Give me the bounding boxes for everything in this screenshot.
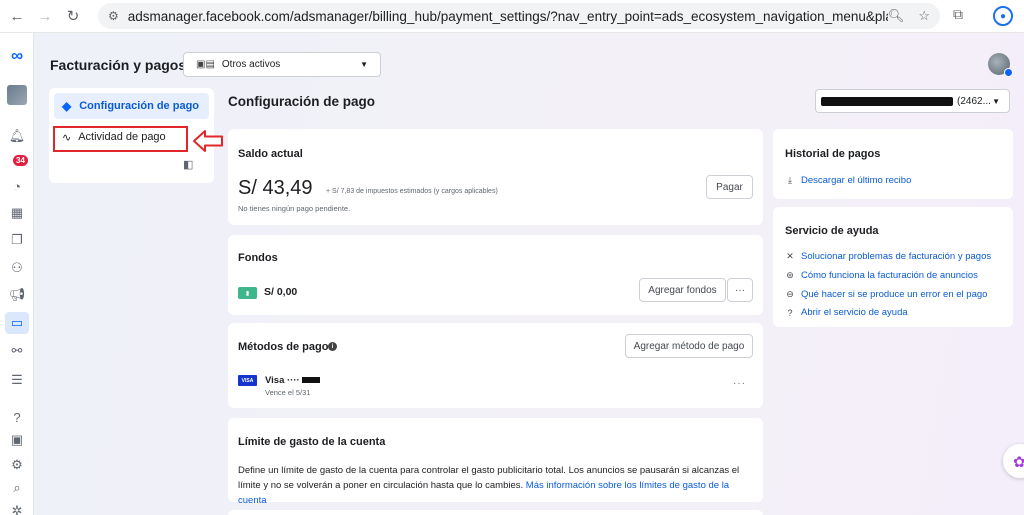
visa-card-icon: VISA (238, 375, 257, 386)
menu-item-label: Configuración de pago (79, 100, 200, 112)
menu-icon[interactable]: ☰ (8, 371, 26, 389)
bell-icon[interactable]: 🔔︎ (8, 127, 26, 145)
chevron-down-icon: ▼ (360, 60, 368, 69)
chevron-down-icon: ▼ (992, 97, 1000, 106)
sparkle-icon: ✿ (1013, 454, 1024, 471)
network-icon[interactable]: ⚯ (8, 342, 26, 360)
ad-account-dropdown[interactable]: (2462... ▼ (815, 89, 1010, 113)
current-balance-card: Saldo actual S/ 43,49 + S/ 7,83 de impue… (228, 129, 763, 225)
assets-icon: ▣▤ (196, 59, 215, 70)
error-circle-icon: ⊖ (786, 289, 794, 299)
reload-icon[interactable]: ↻ (62, 5, 84, 27)
assets-dropdown-label: Otros activos (221, 59, 281, 70)
redacted-card-digits (301, 377, 320, 384)
megaphone-icon[interactable]: 📢︎ (8, 286, 26, 304)
page-title: Facturación y pagos (50, 57, 187, 73)
funds-card: Fondos ▮ S/ 0,00 Agregar fondos ··· (228, 235, 763, 315)
next-card-partial (228, 510, 763, 515)
audience-icon[interactable]: ⚇ (8, 259, 26, 277)
balance-amount: S/ 43,49 (238, 177, 313, 199)
zoom-icon[interactable]: 🔍︎ (888, 8, 905, 24)
annotation-arrow-icon (193, 130, 223, 152)
payment-card-name: Visa ···· (265, 375, 320, 386)
card-title: Saldo actual (238, 148, 303, 160)
help-icon[interactable]: ? (8, 408, 26, 426)
card-title: Servicio de ayuda (785, 225, 879, 237)
bug-icon[interactable]: ✲ (8, 502, 26, 515)
tax-note: + S/ 7,83 de impuestos estimados (y carg… (326, 188, 498, 195)
meta-logo-icon[interactable]: ∞ (8, 46, 26, 65)
pencil-icon: ◆ (62, 99, 72, 113)
account-avatar[interactable] (7, 85, 27, 105)
payment-methods-card: Métodos de pago i Agregar método de pago… (228, 323, 763, 408)
download-icon: ⤓ (788, 175, 792, 185)
pending-text: No tienes ningún pago pendiente. (238, 204, 351, 213)
browser-toolbar: ← → ↻ ⚙ adsmanager.facebook.com/adsmanag… (0, 0, 1024, 33)
spending-limit-card: Límite de gasto de la cuenta Define un l… (228, 418, 763, 506)
bookmark-star-icon[interactable]: ☆ (918, 8, 930, 24)
user-avatar[interactable] (988, 53, 1013, 77)
back-icon[interactable]: ← (6, 5, 28, 27)
stack-icon: ⊛ (786, 270, 794, 280)
pay-button[interactable]: Pagar (706, 175, 753, 199)
help-link-troubleshoot[interactable]: ✕ Solucionar problemas de facturación y … (785, 251, 991, 262)
wallet-icon: ▮ (238, 287, 257, 299)
funds-balance: S/ 0,00 (264, 286, 298, 298)
help-center-card: Servicio de ayuda ✕ Solucionar problemas… (773, 207, 1013, 327)
card-title: Límite de gasto de la cuenta (238, 436, 386, 448)
info-icon[interactable]: i (328, 342, 337, 351)
help-link-payment-error[interactable]: ⊖ Qué hacer si se produce un error en el… (785, 289, 987, 300)
question-circle-icon: ? (787, 307, 793, 318)
add-payment-method-button[interactable]: Agregar método de pago (625, 334, 753, 358)
extensions-icon[interactable]: ⧉ (953, 6, 963, 23)
payment-history-card: Historial de pagos ⤓ Descargar el último… (773, 129, 1013, 199)
menu-item-configuracion[interactable]: ◆ Configuración de pago (54, 93, 209, 119)
collapse-panel-icon[interactable]: ◧ (183, 158, 193, 171)
funds-more-button[interactable]: ··· (727, 278, 753, 302)
wrench-icon: ✕ (786, 251, 794, 261)
redacted-account-name (821, 96, 953, 106)
left-nav-rail: ∞ 🔔︎ 34 ◔ ▦ ❐ ⚇ 📢︎ ▭ ⚯ ☰ ? ▣ ⚙ ⌕ ✲ (0, 33, 34, 515)
annotation-highlight-box (53, 126, 188, 152)
table-icon[interactable]: ▦ (8, 204, 26, 222)
dashboard-icon[interactable]: ◔ (8, 177, 26, 195)
forward-icon[interactable]: → (34, 5, 56, 27)
address-bar[interactable]: ⚙ adsmanager.facebook.com/adsmanager/bil… (98, 3, 940, 29)
add-funds-button[interactable]: Agregar fondos (639, 278, 726, 302)
card-title: Historial de pagos (785, 148, 881, 160)
site-info-icon[interactable]: ⚙ (108, 9, 119, 23)
help-link-open-help-center[interactable]: ? Abrir el servicio de ayuda (785, 307, 907, 318)
feedback-icon[interactable]: ▣ (8, 431, 26, 449)
profile-icon[interactable]: ● (993, 6, 1013, 26)
url-text[interactable]: adsmanager.facebook.com/adsmanager/billi… (128, 9, 888, 24)
download-receipt-link[interactable]: ⤓ Descargar el último recibo (785, 175, 911, 186)
card-expiry: Vence el 5/31 (265, 388, 311, 397)
card-title: Métodos de pago (238, 341, 329, 353)
search-icon[interactable]: ⌕ (8, 479, 26, 497)
spending-limit-description: Define un límite de gasto de la cuenta p… (238, 465, 740, 506)
billing-card-icon[interactable]: ▭ (5, 312, 29, 334)
section-title: Configuración de pago (228, 94, 375, 109)
help-link-how-billing-works[interactable]: ⊛ Cómo funciona la facturación de anunci… (785, 270, 978, 281)
settings-gear-icon[interactable]: ⚙ (8, 456, 26, 474)
facebook-badge-icon (1004, 68, 1013, 77)
account-id: (2462... (957, 95, 991, 107)
pages-icon[interactable]: ❐ (8, 231, 26, 249)
card-more-button[interactable]: ··· (733, 378, 746, 389)
notification-badge: 34 (13, 155, 28, 166)
card-title: Fondos (238, 252, 278, 264)
assets-dropdown[interactable]: ▣▤ Otros activos ▼ (183, 52, 381, 77)
